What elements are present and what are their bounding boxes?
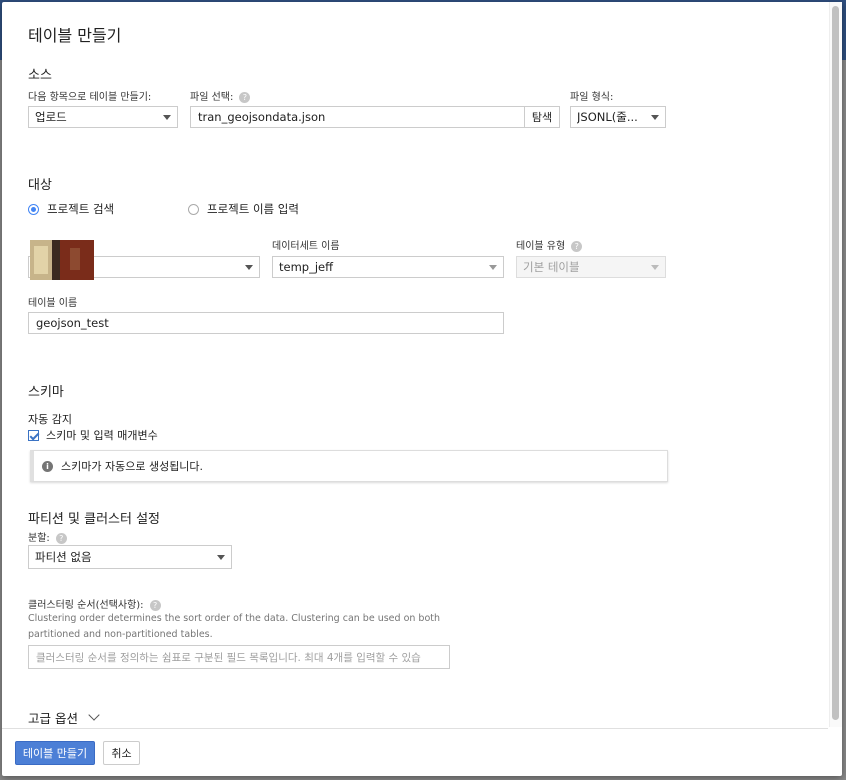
dataset-label: 데이터세트 이름 bbox=[272, 241, 340, 252]
clustering-order-field[interactable]: 클러스터링 순서를 정의하는 쉼표로 구분된 필드 목록입니다. 최대 4개를 … bbox=[28, 645, 450, 669]
browse-button[interactable]: 탐색 bbox=[524, 106, 560, 128]
radio-unselected-icon bbox=[188, 203, 199, 215]
file-name-field[interactable]: tran_geojsondata.json bbox=[190, 106, 526, 128]
file-format-label: 파일 형식: bbox=[570, 92, 614, 103]
create-table-dialog: 테이블 만들기 소스 다음 항목으로 테이블 만들기: 업로드 파일 선택:? … bbox=[2, 2, 842, 776]
table-type-label: 테이블 유형 bbox=[516, 241, 566, 252]
project-avatar-image bbox=[30, 240, 94, 280]
schema-heading: 스키마 bbox=[28, 385, 64, 400]
destination-heading: 대상 bbox=[28, 178, 52, 193]
caret-down-icon bbox=[489, 264, 497, 270]
dataset-value: temp_jeff bbox=[279, 260, 334, 274]
radio-search-project[interactable]: 프로젝트 검색 bbox=[28, 201, 114, 217]
help-circle-icon[interactable]: ? bbox=[149, 599, 161, 611]
create-table-button-label: 테이블 만들기 bbox=[22, 747, 88, 760]
file-format-value: JSONL(줄... bbox=[577, 110, 638, 124]
file-name-value: tran_geojsondata.json bbox=[198, 110, 326, 124]
schema-info-text: 스키마가 자동으로 생성됩니다. bbox=[61, 460, 204, 473]
partition-select[interactable]: 파티션 없음 bbox=[28, 545, 232, 569]
clustering-label: 클러스터링 순서(선택사항): bbox=[28, 600, 144, 611]
clustering-label-row: 클러스터링 순서(선택사항):? bbox=[28, 596, 161, 611]
caret-down-icon bbox=[163, 114, 171, 120]
file-format-select[interactable]: JSONL(줄... bbox=[570, 106, 666, 128]
browse-label: 탐색 bbox=[531, 111, 553, 124]
create-from-value: 업로드 bbox=[35, 110, 67, 124]
partition-label-row: 분할:? bbox=[28, 529, 67, 544]
info-icon: i bbox=[42, 460, 53, 472]
help-circle-icon[interactable]: ? bbox=[239, 91, 251, 103]
footer-divider bbox=[2, 728, 828, 729]
create-table-button[interactable]: 테이블 만들기 bbox=[15, 741, 95, 765]
auto-detect-checkbox[interactable]: 스키마 및 입력 매개변수 bbox=[28, 427, 158, 443]
cancel-button-label: 취소 bbox=[111, 747, 132, 760]
caret-down-icon bbox=[651, 264, 659, 270]
checkbox-checked-icon bbox=[28, 429, 39, 441]
help-circle-icon[interactable]: ? bbox=[571, 240, 583, 252]
table-type-label-row: 테이블 유형? bbox=[516, 237, 583, 252]
table-name-label: 테이블 이름 bbox=[28, 298, 78, 309]
dialog-title: 테이블 만들기 bbox=[28, 26, 122, 45]
caret-down-icon bbox=[245, 264, 253, 270]
clustering-desc-line-2: partitioned and non-partitioned tables. bbox=[28, 629, 213, 640]
partition-heading: 파티션 및 클러스터 설정 bbox=[28, 512, 160, 527]
caret-down-icon bbox=[217, 554, 225, 560]
advanced-options-label: 고급 옵션 bbox=[28, 711, 78, 726]
scrollbar-thumb[interactable] bbox=[832, 6, 839, 720]
table-name-value: geojson_test bbox=[36, 316, 109, 330]
radio-search-label: 프로젝트 검색 bbox=[47, 202, 115, 216]
partition-value: 파티션 없음 bbox=[35, 550, 92, 564]
radio-enter-label: 프로젝트 이름 입력 bbox=[207, 202, 299, 216]
table-type-select: 기본 테이블 bbox=[516, 256, 666, 278]
create-from-label: 다음 항목으로 테이블 만들기: bbox=[28, 92, 152, 103]
radio-selected-icon bbox=[28, 203, 39, 215]
file-select-label-row: 파일 선택:? bbox=[190, 88, 251, 103]
file-select-label: 파일 선택: bbox=[190, 92, 234, 103]
radio-enter-project[interactable]: 프로젝트 이름 입력 bbox=[188, 201, 299, 217]
clustering-desc-line-1: Clustering order determines the sort ord… bbox=[28, 613, 441, 624]
clustering-placeholder: 클러스터링 순서를 정의하는 쉼표로 구분된 필드 목록입니다. 최대 4개를 … bbox=[36, 651, 421, 664]
dataset-select[interactable]: temp_jeff bbox=[272, 256, 504, 278]
create-from-select[interactable]: 업로드 bbox=[28, 106, 178, 128]
table-name-field[interactable]: geojson_test bbox=[28, 312, 504, 334]
clustering-description: Clustering order determines the sort ord… bbox=[28, 611, 498, 643]
source-heading: 소스 bbox=[28, 68, 52, 83]
partition-label: 분할: bbox=[28, 533, 50, 544]
advanced-options-toggle[interactable]: 고급 옵션 bbox=[28, 708, 100, 727]
caret-down-icon bbox=[651, 114, 659, 120]
table-type-value: 기본 테이블 bbox=[523, 260, 580, 274]
schema-info-box: i 스키마가 자동으로 생성됩니다. bbox=[30, 450, 668, 482]
auto-detect-label: 자동 감지 bbox=[28, 413, 72, 426]
help-circle-icon[interactable]: ? bbox=[55, 532, 67, 544]
cancel-button[interactable]: 취소 bbox=[103, 741, 140, 765]
auto-detect-checkbox-label: 스키마 및 입력 매개변수 bbox=[46, 429, 158, 442]
chevron-down-icon bbox=[88, 708, 100, 721]
